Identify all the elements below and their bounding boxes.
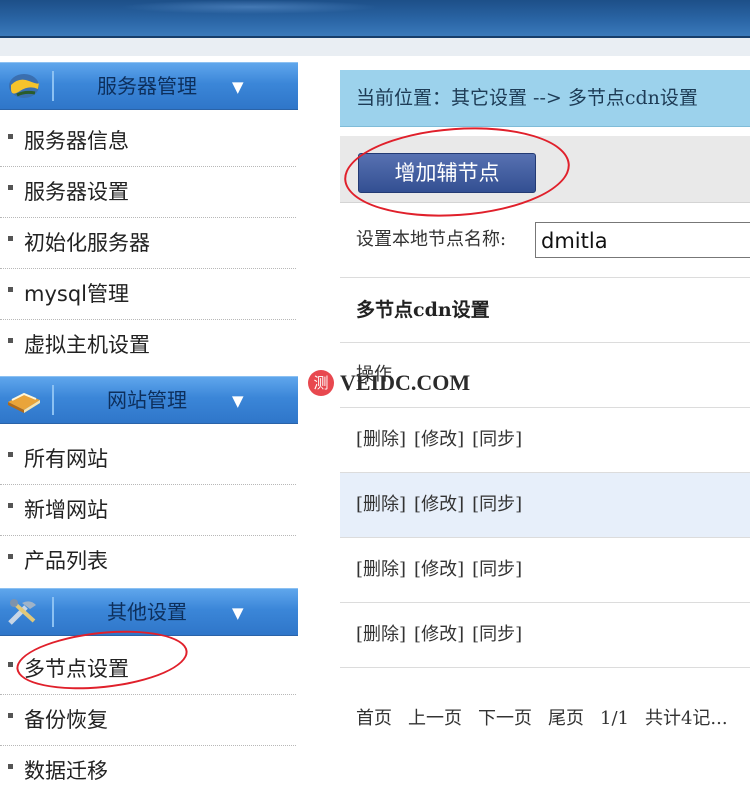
- bullet-icon: [8, 452, 13, 457]
- sync-link[interactable]: [同步]: [472, 559, 522, 580]
- section-title: 网站管理: [107, 388, 187, 412]
- sidebar-item-vhost[interactable]: 虚拟主机设置: [0, 320, 296, 370]
- table-row: [删除] [修改] [同步]: [340, 473, 750, 538]
- first-page-link[interactable]: 首页: [356, 708, 392, 729]
- next-page-link[interactable]: 下一页: [478, 708, 532, 729]
- sidebar-item-products[interactable]: 产品列表: [0, 536, 296, 586]
- sidebar-item-all-sites[interactable]: 所有网站: [0, 434, 296, 485]
- sidebar-item-label: 服务器信息: [24, 129, 129, 153]
- caret-down-icon[interactable]: ▼: [232, 604, 244, 622]
- top-banner: [0, 0, 750, 38]
- banner-decoration: [120, 0, 380, 14]
- bullet-icon: [8, 662, 13, 667]
- bullet-icon: [8, 185, 13, 190]
- table-row: [删除] [修改] [同步]: [340, 408, 750, 473]
- sync-link[interactable]: [同步]: [472, 494, 522, 515]
- sidebar-item-label: 新增网站: [24, 498, 108, 522]
- sidebar-item-server-settings[interactable]: 服务器设置: [0, 167, 296, 218]
- sidebar-item-label: 虚拟主机设置: [24, 333, 150, 357]
- delete-link[interactable]: [删除]: [356, 429, 406, 450]
- bullet-icon: [8, 503, 13, 508]
- sidebar: 服务器管理 ▼ 服务器信息 服务器设置 初始化服务器 mysql管理 虚拟主机设…: [0, 58, 300, 783]
- sidebar-item-label: 服务器设置: [24, 180, 129, 204]
- local-node-label: 设置本地节点名称:: [356, 229, 507, 250]
- watermark: 测 VEIDC.COM: [308, 370, 470, 396]
- bullet-icon: [8, 287, 13, 292]
- breadcrumb-text: 当前位置：其它设置 --> 多节点cdn设置: [356, 87, 698, 109]
- sidebar-item-label: 备份恢复: [24, 708, 108, 732]
- sidebar-item-label: 多节点设置: [24, 657, 129, 681]
- main-content: 当前位置：其它设置 --> 多节点cdn设置 增加辅节点 设置本地节点名称: d…: [340, 58, 750, 773]
- bullet-icon: [8, 236, 13, 241]
- bullet-icon: [8, 338, 13, 343]
- page-indicator: 1/1: [600, 708, 629, 729]
- section-title: 服务器管理: [97, 74, 197, 98]
- sidebar-item-new-site[interactable]: 新增网站: [0, 485, 296, 536]
- sidebar-item-backup[interactable]: 备份恢复: [0, 695, 296, 746]
- local-node-row: 设置本地节点名称: dmitla: [340, 203, 750, 278]
- breadcrumb: 当前位置：其它设置 --> 多节点cdn设置: [340, 70, 750, 127]
- section-title: 多节点cdn设置: [356, 299, 490, 321]
- section-header-website[interactable]: 网站管理 ▼: [0, 376, 298, 424]
- sidebar-item-mysql[interactable]: mysql管理: [0, 269, 296, 320]
- prev-page-link[interactable]: 上一页: [408, 708, 462, 729]
- bullet-icon: [8, 713, 13, 718]
- edit-link[interactable]: [修改]: [414, 559, 464, 580]
- table-row: [删除] [修改] [同步]: [340, 603, 750, 668]
- sidebar-item-label: 产品列表: [24, 549, 108, 573]
- globe-icon: [4, 69, 44, 103]
- last-page-link[interactable]: 尾页: [548, 708, 584, 729]
- delete-link[interactable]: [删除]: [356, 624, 406, 645]
- sidebar-item-label: mysql管理: [24, 282, 129, 306]
- sidebar-item-migration[interactable]: 数据迁移: [0, 746, 296, 796]
- caret-down-icon[interactable]: ▼: [232, 78, 244, 96]
- pagination: 首页 上一页 下一页 尾页 1/1 共计4记...: [356, 704, 744, 730]
- bullet-icon: [8, 764, 13, 769]
- watermark-text: VEIDC.COM: [340, 370, 471, 395]
- sidebar-item-label: 初始化服务器: [24, 231, 150, 255]
- total-count: 共计4记...: [644, 708, 728, 729]
- watermark-logo-icon: 测: [308, 370, 334, 396]
- section-title: 其他设置: [107, 600, 187, 624]
- section-header-server[interactable]: 服务器管理 ▼: [0, 62, 298, 110]
- sidebar-item-server-info[interactable]: 服务器信息: [0, 116, 296, 167]
- header-strip: [0, 38, 750, 56]
- sidebar-item-init-server[interactable]: 初始化服务器: [0, 218, 296, 269]
- sync-link[interactable]: [同步]: [472, 429, 522, 450]
- edit-link[interactable]: [修改]: [414, 429, 464, 450]
- bullet-icon: [8, 134, 13, 139]
- sync-link[interactable]: [同步]: [472, 624, 522, 645]
- sidebar-item-label: 数据迁移: [24, 759, 108, 783]
- tools-icon: [4, 595, 44, 629]
- section-header-other[interactable]: 其他设置 ▼: [0, 588, 298, 636]
- book-icon: [4, 383, 44, 417]
- caret-down-icon[interactable]: ▼: [232, 392, 244, 410]
- sidebar-item-label: 所有网站: [24, 447, 108, 471]
- edit-link[interactable]: [修改]: [414, 624, 464, 645]
- edit-link[interactable]: [修改]: [414, 494, 464, 515]
- delete-link[interactable]: [删除]: [356, 559, 406, 580]
- bullet-icon: [8, 554, 13, 559]
- add-secondary-node-button[interactable]: 增加辅节点: [358, 153, 536, 193]
- section-title-row: 多节点cdn设置: [340, 278, 750, 343]
- local-node-name-field[interactable]: dmitla: [535, 222, 750, 258]
- toolbar: 增加辅节点: [340, 136, 750, 203]
- table-row: [删除] [修改] [同步]: [340, 538, 750, 603]
- delete-link[interactable]: [删除]: [356, 494, 406, 515]
- sidebar-item-multinode[interactable]: 多节点设置: [0, 644, 296, 695]
